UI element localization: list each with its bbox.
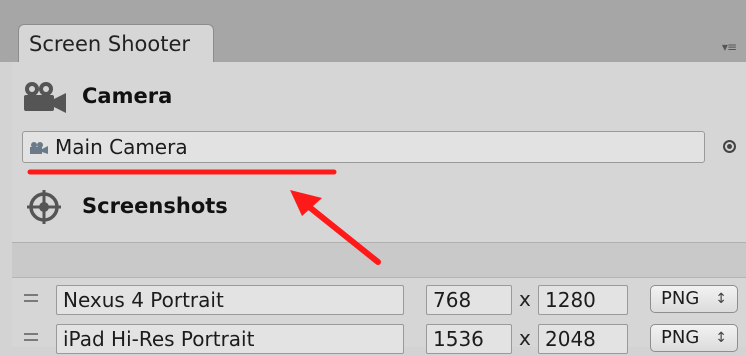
drag-handle-icon[interactable] xyxy=(24,333,38,341)
format-dropdown[interactable]: PNG ↕ xyxy=(650,285,738,313)
crosshair-icon xyxy=(27,190,61,224)
camera-field-value: Main Camera xyxy=(55,135,188,159)
camera-section-title: Camera xyxy=(82,84,173,108)
camera-object-field[interactable]: Main Camera xyxy=(22,131,705,163)
camera-mini-icon xyxy=(30,142,48,154)
screenshots-section-title: Screenshots xyxy=(82,194,228,218)
resolution-name-input[interactable]: iPad Hi-Res Portrait xyxy=(56,324,404,354)
format-dropdown-value: PNG xyxy=(661,288,700,309)
times-label: x xyxy=(519,326,531,350)
resolution-width-input[interactable]: 768 xyxy=(426,285,512,315)
dropdown-arrows-icon: ↕ xyxy=(715,291,727,307)
camera-icon xyxy=(24,82,66,113)
resolution-row: iPad Hi-Res Portrait 1536 x 2048 PNG ↕ xyxy=(12,322,746,356)
resolution-height-input[interactable]: 2048 xyxy=(538,324,628,354)
times-label: x xyxy=(519,287,531,311)
format-dropdown[interactable]: PNG ↕ xyxy=(650,324,738,352)
drag-handle-icon[interactable] xyxy=(24,294,38,302)
tab-menu-icon[interactable]: ▾≡ xyxy=(722,40,737,54)
resolution-height-input[interactable]: 1280 xyxy=(538,285,628,315)
resolution-width-input[interactable]: 1536 xyxy=(426,324,512,354)
resolution-name-input[interactable]: Nexus 4 Portrait xyxy=(56,285,404,315)
tab-screen-shooter[interactable]: Screen Shooter xyxy=(18,24,214,64)
object-picker-icon[interactable] xyxy=(723,140,736,153)
dropdown-arrows-icon: ↕ xyxy=(715,330,727,346)
resolution-row: Nexus 4 Portrait 768 x 1280 PNG ↕ xyxy=(12,283,746,317)
format-dropdown-value: PNG xyxy=(661,327,700,348)
resolutions-list-header xyxy=(12,242,746,278)
